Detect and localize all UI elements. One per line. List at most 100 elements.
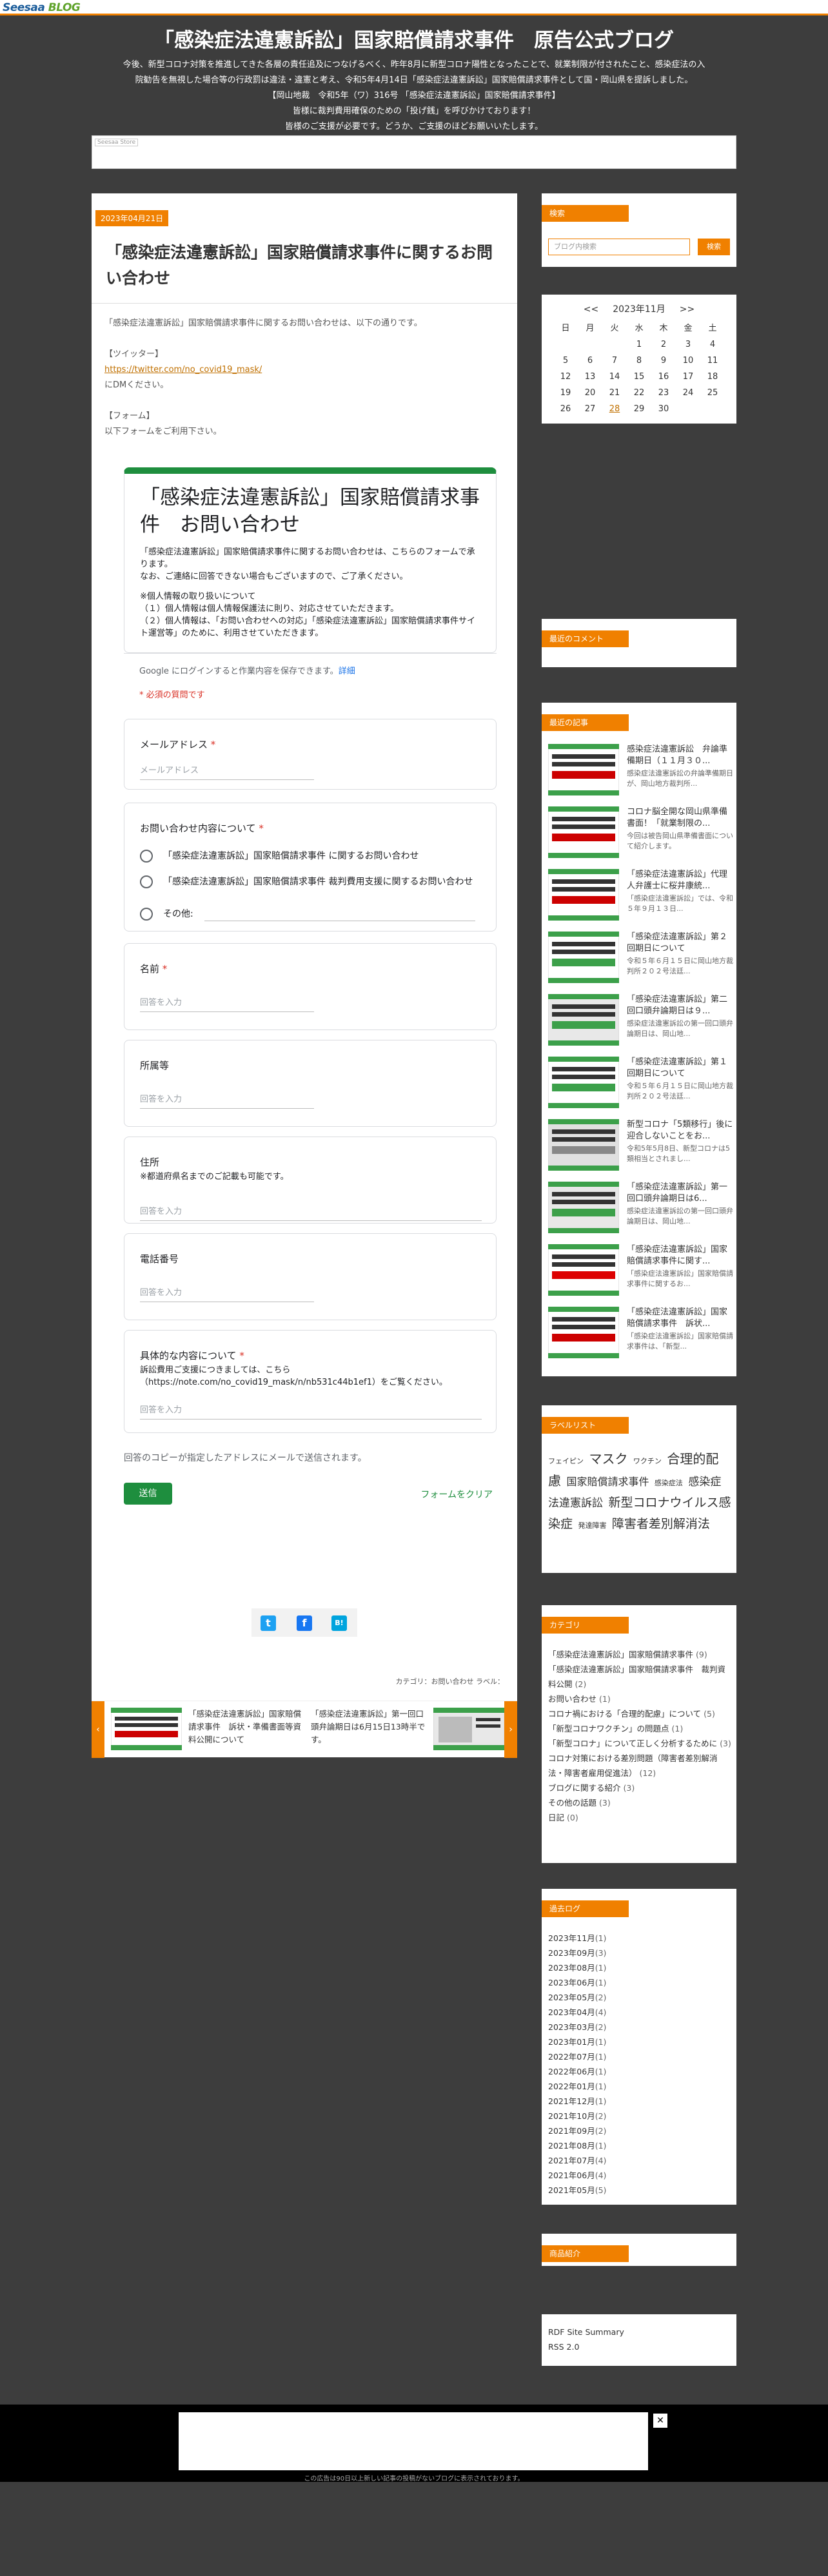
archive-month[interactable]: 2023年09月	[548, 1948, 595, 1958]
label-tag[interactable]: ワクチン	[633, 1457, 662, 1465]
radio-circle[interactable]	[140, 875, 153, 888]
recent-post-thumbnail[interactable]	[548, 1182, 619, 1233]
archive-month[interactable]: 2023年05月	[548, 1993, 595, 2002]
archive-month[interactable]: 2021年08月	[548, 2141, 595, 2151]
category-name[interactable]: お問い合わせ	[548, 1694, 596, 1704]
recent-post-thumbnail[interactable]	[548, 994, 619, 1046]
recent-post-thumbnail[interactable]	[548, 806, 619, 858]
archive-month[interactable]: 2021年06月	[548, 2171, 595, 2180]
recent-post-title[interactable]: 「感染症法違憲訴訟」第２回期日について	[627, 932, 733, 955]
category-name[interactable]: ブログに関する紹介	[548, 1783, 621, 1793]
category-item[interactable]: 「感染症法違憲訴訟」国家賠償請求事件 (9)	[548, 1647, 732, 1662]
recent-post-title[interactable]: 「感染症法違憲訴訟」第一回口頭弁論期日は6...	[627, 1182, 733, 1205]
detail-input[interactable]: 回答を入力	[140, 1403, 482, 1420]
archive-month[interactable]: 2023年03月	[548, 2022, 595, 2032]
search-button[interactable]: 検索	[698, 239, 730, 255]
archive-item[interactable]: 2021年08月(1)	[548, 2138, 732, 2153]
category-item[interactable]: 「新型コロナワクチン」の問題点 (1)	[548, 1721, 732, 1736]
recent-post-title[interactable]: 「感染症法違憲訴訟」代理人弁護士に桜井康統...	[627, 869, 733, 892]
archive-month[interactable]: 2021年12月	[548, 2096, 595, 2106]
recent-post-thumbnail[interactable]	[548, 1244, 619, 1296]
archive-item[interactable]: 2023年01月(1)	[548, 2034, 732, 2049]
category-item[interactable]: その他の話題 (3)	[548, 1795, 732, 1810]
archive-item[interactable]: 2021年09月(2)	[548, 2123, 732, 2138]
archive-month[interactable]: 2021年05月	[548, 2185, 595, 2195]
archive-month[interactable]: 2023年08月	[548, 1963, 595, 1973]
recent-post-item[interactable]: 「感染症法違憲訴訟」第一回口頭弁論期日は6... 感染症法違憲訴訟の第一回口頭弁論…	[548, 1182, 733, 1238]
recent-post-thumbnail[interactable]	[548, 1307, 619, 1358]
recent-post-thumbnail[interactable]	[548, 932, 619, 983]
recent-post-thumbnail[interactable]	[548, 744, 619, 795]
archive-month[interactable]: 2023年11月	[548, 1933, 595, 1943]
recent-post-title[interactable]: 「感染症法違憲訴訟」第１回期日について	[627, 1057, 733, 1080]
recent-post-title[interactable]: コロナ脳全開な岡山県準備書面！「就業制限の...	[627, 806, 733, 830]
archive-item[interactable]: 2023年09月(3)	[548, 1946, 732, 1960]
recent-post-item[interactable]: 「感染症法違憲訴訟」国家賠償請求事件 訴状... 「感染症法違憲訴訟」国家賠償請求…	[548, 1307, 733, 1363]
category-name[interactable]: 「新型コロナワクチン」の問題点	[548, 1724, 669, 1733]
rss-feed-link[interactable]: RSS 2.0	[548, 2339, 732, 2354]
category-line[interactable]: カテゴリ：お問い合わせ ラベル：	[396, 1676, 505, 1686]
recent-post-item[interactable]: コロナ脳全開な岡山県準備書面！「就業制限の... 今回は被告岡山県準備書面について…	[548, 806, 733, 863]
submit-button[interactable]: 送信	[124, 1483, 172, 1505]
archive-item[interactable]: 2023年03月(2)	[548, 2020, 732, 2034]
recent-post-title[interactable]: 「感染症法違憲訴訟」国家賠償請求事件 訴状...	[627, 1307, 733, 1330]
label-tag[interactable]: 障害者差別解消法	[612, 1517, 710, 1531]
archive-item[interactable]: 2021年12月(1)	[548, 2094, 732, 2109]
archive-item[interactable]: 2023年05月(2)	[548, 1990, 732, 2005]
category-name[interactable]: その他の話題	[548, 1798, 596, 1808]
twitter-link[interactable]: https://twitter.com/no_covid19_mask/	[104, 365, 262, 375]
facebook-share-icon[interactable]: f	[297, 1615, 312, 1631]
recent-post-thumbnail[interactable]	[548, 869, 619, 921]
prev-arrow-icon[interactable]: ‹	[92, 1701, 104, 1758]
category-name[interactable]: コロナ禍における「合理的配慮」について	[548, 1709, 701, 1719]
phone-input[interactable]: 回答を入力	[140, 1285, 314, 1302]
recent-post-thumbnail[interactable]	[548, 1057, 619, 1108]
archive-month[interactable]: 2023年04月	[548, 2007, 595, 2017]
category-item[interactable]: コロナ対策における差別問題（障害者差別解消法・障害者雇用促進法） (12)	[548, 1751, 732, 1781]
calendar-prev-link[interactable]: <<	[584, 304, 598, 315]
archive-item[interactable]: 2021年10月(2)	[548, 2109, 732, 2123]
category-name[interactable]: 「新型コロナ」について正しく分析するために	[548, 1739, 717, 1748]
archive-month[interactable]: 2022年06月	[548, 2067, 595, 2076]
recent-post-item[interactable]: 感染症法違憲訴訟 弁論準備期日（１１月３０... 感染症法違憲訴訟の弁論準備期日が…	[548, 744, 733, 801]
archive-item[interactable]: 2022年06月(1)	[548, 2064, 732, 2079]
site-title[interactable]: 「感染症法違憲訴訟」国家賠償請求事件 原告公式ブログ	[0, 24, 828, 57]
prev-post-link[interactable]: 「感染症法違憲訴訟」国家賠償請求事件 訴状・準備書面等資料公開について	[188, 1708, 308, 1746]
org-input[interactable]: 回答を入力	[140, 1092, 314, 1109]
entry-title[interactable]: 「感染症法違憲訴訟」国家賠償請求事件に関するお問い合わせ	[106, 240, 506, 291]
clear-form-button[interactable]: フォームをクリア	[420, 1488, 493, 1501]
next-arrow-icon[interactable]: ›	[504, 1701, 517, 1758]
recent-post-thumbnail[interactable]	[548, 1119, 619, 1171]
calendar-next-link[interactable]: >>	[680, 304, 695, 315]
address-input[interactable]: 回答を入力	[140, 1204, 482, 1221]
next-post-link[interactable]: 「感染症法違憲訴訟」第一回口頭弁論期日は6月15日13時半です。	[311, 1708, 430, 1746]
category-item[interactable]: 日記 (0)	[548, 1810, 732, 1825]
archive-item[interactable]: 2023年06月(1)	[548, 1975, 732, 1990]
name-input[interactable]: 回答を入力	[140, 995, 314, 1012]
label-tag[interactable]: フェイピン	[548, 1457, 584, 1465]
bottom-ad[interactable]	[179, 2412, 648, 2470]
archive-item[interactable]: 2023年11月(1)	[548, 1931, 732, 1946]
archive-month[interactable]: 2021年09月	[548, 2126, 595, 2136]
archive-month[interactable]: 2023年06月	[548, 1978, 595, 1987]
recent-post-item[interactable]: 新型コロナ「5類移行」後に迎合しないことをお... 令和5年5月8日、新型コロナは…	[548, 1119, 733, 1176]
label-tag[interactable]: 感染症法	[655, 1479, 683, 1487]
category-item[interactable]: 「新型コロナ」について正しく分析するために (3)	[548, 1736, 732, 1751]
archive-item[interactable]: 2023年08月(1)	[548, 1960, 732, 1975]
radio-circle[interactable]	[140, 850, 153, 863]
close-icon[interactable]: ✕	[653, 2414, 667, 2428]
next-post-thumbnail[interactable]	[433, 1708, 504, 1750]
archive-month[interactable]: 2023年01月	[548, 2037, 595, 2047]
label-tag[interactable]: 国家賠償請求事件	[566, 1476, 649, 1488]
category-item[interactable]: コロナ禍における「合理的配慮」について (5)	[548, 1706, 732, 1721]
recent-post-item[interactable]: 「感染症法違憲訴訟」第２回期日について 令和５年６月１５日に岡山地方裁判所２０２号…	[548, 932, 733, 988]
category-name[interactable]: 日記	[548, 1813, 564, 1822]
recent-post-title[interactable]: 新型コロナ「5類移行」後に迎合しないことをお...	[627, 1119, 733, 1142]
recent-post-title[interactable]: 感染症法違憲訴訟 弁論準備期日（１１月３０...	[627, 744, 733, 767]
twitter-share-icon[interactable]: t	[261, 1615, 276, 1631]
recent-post-item[interactable]: 「感染症法違憲訴訟」代理人弁護士に桜井康統... 「感染症法違憲訴訟」では、令和５…	[548, 869, 733, 926]
category-name[interactable]: 「感染症法違憲訴訟」国家賠償請求事件	[548, 1650, 693, 1659]
archive-month[interactable]: 2022年01月	[548, 2082, 595, 2091]
archive-item[interactable]: 2023年04月(4)	[548, 2005, 732, 2020]
archive-item[interactable]: 2021年06月(4)	[548, 2168, 732, 2183]
